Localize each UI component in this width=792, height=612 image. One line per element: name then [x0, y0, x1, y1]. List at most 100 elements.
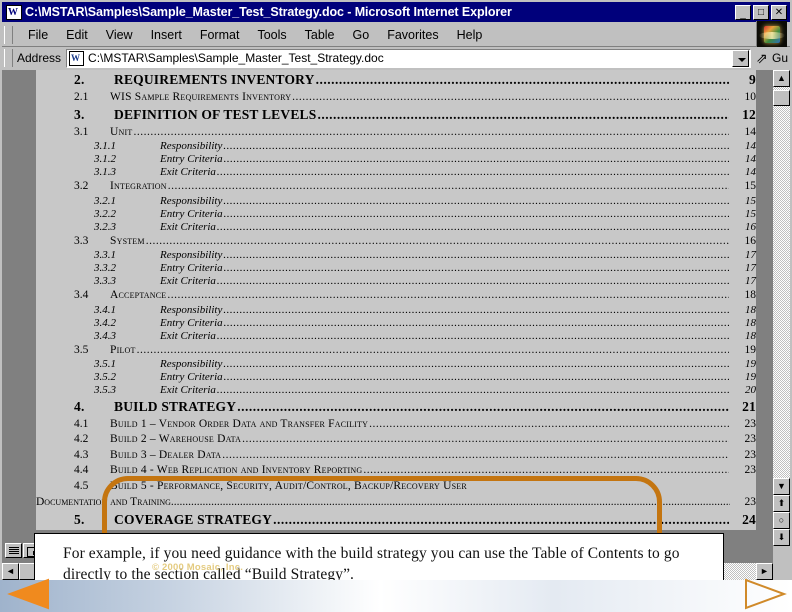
normal-view-button[interactable] [5, 543, 22, 558]
toc-entry-page-number: 12 [742, 107, 756, 122]
toc-entry[interactable]: 3.3.1 Responsibility.....................… [36, 249, 756, 262]
close-icon: ✕ [774, 6, 784, 18]
next-page-button[interactable]: ⬇ [773, 529, 790, 546]
menu-item-format[interactable]: Format [191, 26, 249, 44]
toc-entry-page-number: 21 [742, 399, 756, 414]
toc-entry-number: 3.3.3 [94, 275, 116, 287]
toc-entry[interactable]: 3.2 Integration..........................… [36, 179, 756, 195]
toc-entry[interactable]: 3.5 Pilot................................… [36, 342, 757, 358]
go-arrow-icon [756, 51, 770, 65]
vertical-scrollbar[interactable]: ▲ ▼ ⬆ ○ ⬇ [773, 70, 790, 563]
toc-entry-number: 3.1.3 [94, 166, 116, 178]
address-drag-handle[interactable] [4, 49, 13, 67]
toc-entry[interactable]: 3.2.1 Responsibility.....................… [36, 194, 756, 208]
toc-entry[interactable]: 3.1.2 Entry Criteria.....................… [36, 153, 756, 166]
toc-entry-title: Entry Criteria [160, 371, 223, 383]
toc-entry[interactable]: 3.4.2 Entry Criteria.....................… [36, 316, 756, 330]
menu-item-go[interactable]: Go [344, 26, 379, 44]
toc-entry[interactable]: 3.3 System...............................… [36, 233, 757, 249]
toc-entry-title: Build 5 - Performance, Security, Audit/C… [110, 479, 467, 492]
toc-entry-page-number: 17 [745, 262, 756, 274]
toc-entry-number: 4.4 [74, 464, 89, 476]
menu-item-help[interactable]: Help [448, 26, 492, 44]
address-value: C:\MSTAR\Samples\Sample_Master_Test_Stra… [88, 51, 384, 65]
toc-entry[interactable]: 4.2 Build 2 – Warehouse Data.............… [36, 432, 756, 448]
toc-dot-leader: ........................................… [242, 434, 729, 445]
toc-entry[interactable]: 3. DEFINITION OF TEST LEVELS.............… [36, 105, 756, 125]
toc-entry[interactable]: 5. COVERAGE STRATEGY.....................… [36, 510, 756, 530]
toc-entry-build-strategy-heading[interactable]: 4. BUILD STRATEGY........................… [36, 397, 756, 417]
toc-entry[interactable]: 3.4.1 Responsibility.....................… [36, 303, 756, 317]
select-browse-object-button[interactable]: ○ [773, 512, 790, 529]
menu-item-tools[interactable]: Tools [248, 26, 295, 44]
scroll-up-button[interactable]: ▲ [773, 70, 790, 87]
vertical-scroll-track[interactable] [773, 87, 790, 495]
title-bar: C:\MSTAR\Samples\Sample_Master_Test_Stra… [2, 2, 790, 22]
toc-entry-page-number: 19 [744, 343, 757, 356]
toc-dot-leader: ........................................… [216, 167, 729, 178]
toc-dot-leader: ........................................… [273, 513, 729, 527]
toc-entry[interactable]: 3.4.3 Exit Criteria......................… [36, 329, 756, 343]
toc-entry[interactable]: 3.5.2 Entry Criteria.....................… [36, 371, 756, 384]
toc-entry-title: Entry Criteria [160, 262, 223, 274]
toc-entry-title: Exit Criteria [160, 329, 216, 342]
toc-entry-page-number: 20 [745, 384, 756, 396]
scroll-down-button[interactable]: ▼ [773, 478, 790, 495]
maximize-button[interactable]: □ [753, 4, 769, 20]
minimize-button[interactable]: _ [735, 4, 751, 20]
toc-entry-title: Entry Criteria [160, 153, 223, 165]
toc-entry-page-number: 23 [744, 417, 757, 430]
address-input[interactable]: C:\MSTAR\Samples\Sample_Master_Test_Stra… [66, 48, 751, 68]
next-slide-button[interactable] [740, 577, 788, 611]
toc-entry[interactable]: 4.4 Build 4 - Web Replication and Invento… [36, 463, 756, 479]
toc-entry-number: 3.1.2 [94, 153, 116, 165]
toc-entry[interactable]: 3.3.3 Exit Criteria......................… [36, 275, 756, 288]
internet-explorer-window: C:\MSTAR\Samples\Sample_Master_Test_Stra… [0, 0, 792, 580]
toc-entry-number: 3.4.1 [94, 303, 116, 316]
menu-item-view[interactable]: View [97, 26, 142, 44]
menu-item-table[interactable]: Table [296, 26, 344, 44]
toc-dot-leader: ........................................… [223, 263, 729, 274]
close-button[interactable]: ✕ [771, 4, 787, 20]
toc-entry[interactable]: 3.1.3 Exit Criteria......................… [36, 166, 756, 179]
toc-dot-leader: ........................................… [216, 330, 729, 342]
toc-entry-number: 3.2 [74, 180, 89, 192]
toc-entry-page-number: 14 [745, 153, 756, 165]
address-dropdown-chevron-down-icon[interactable] [731, 49, 749, 67]
previous-page-button[interactable]: ⬆ [773, 495, 790, 512]
toc-dot-leader: ........................................… [223, 250, 729, 261]
toc-entry-title: Exit Criteria [160, 275, 216, 287]
menu-item-file[interactable]: File [19, 26, 57, 44]
toc-dot-leader: ........................................… [170, 496, 730, 508]
toc-entry[interactable]: 3.5.1 Responsibility.....................… [36, 358, 756, 371]
toc-entry[interactable]: 3.2.2 Entry Criteria.....................… [36, 207, 756, 221]
slide-navigation-band [0, 580, 792, 612]
toc-entry[interactable]: 2. REQUIREMENTS INVENTORY................… [36, 70, 756, 90]
toc-entry-page-number: 16 [744, 234, 757, 247]
vertical-scroll-thumb[interactable] [773, 90, 790, 106]
menu-item-edit[interactable]: Edit [57, 26, 97, 44]
menu-item-favorites[interactable]: Favorites [378, 26, 447, 44]
toc-entry-number: 4.5 [74, 479, 89, 492]
toc-entry[interactable]: 3.1 Unit.................................… [36, 124, 756, 140]
toc-entry-title: BUILD STRATEGY [114, 399, 237, 414]
toc-entry[interactable]: 2.1 WIS Sample Requirements Inventory....… [36, 89, 756, 105]
toc-entry-continuation[interactable]: Documentation and Training..............… [36, 494, 756, 510]
menu-drag-handle[interactable] [4, 26, 13, 44]
toc-entry[interactable]: 3.1.1 Responsibility.....................… [36, 140, 756, 153]
menu-items: File Edit View Insert Format Tools Table… [13, 26, 756, 44]
toc-entry[interactable]: 4.3 Build 3 – Dealer Data................… [36, 447, 756, 463]
menu-item-insert[interactable]: Insert [142, 26, 191, 44]
toc-entry[interactable]: 3.4 Acceptance...........................… [36, 288, 756, 304]
toc-entry[interactable]: 3.2.3 Exit Criteria......................… [36, 220, 756, 234]
toc-entry[interactable]: 4.5 Build 5 - Performance, Security, Audi… [36, 478, 756, 494]
toc-dot-leader: ........................................… [145, 235, 729, 247]
toc-entry-title: Acceptance [110, 289, 167, 301]
toc-entry[interactable]: 4.1 Build 1 – Vendor Order Data and Trans… [36, 416, 757, 432]
previous-slide-button[interactable] [4, 577, 52, 611]
go-button[interactable]: Gu [751, 51, 790, 65]
page-left-margin [24, 70, 36, 525]
toc-entry[interactable]: 3.3.2 Entry Criteria.....................… [36, 262, 756, 275]
table-of-contents: 2. REQUIREMENTS INVENTORY................… [36, 70, 756, 530]
toc-entry[interactable]: 3.5.3 Exit Criteria......................… [36, 384, 756, 397]
